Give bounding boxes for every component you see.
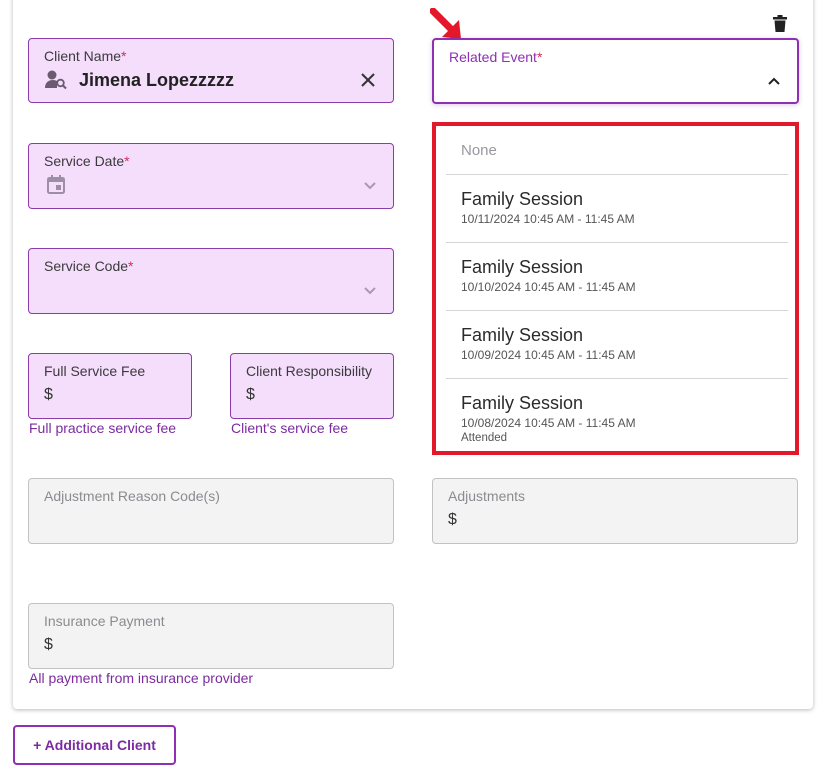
service-date-field[interactable]: Service Date* <box>28 143 394 209</box>
option-title: Family Session <box>461 393 584 413</box>
dropdown-option[interactable]: Family Session 10/09/2024 10:45 AM - 11:… <box>446 311 788 379</box>
service-code-label: Service Code* <box>44 258 134 274</box>
full-service-fee-label: Full Service Fee <box>44 363 146 379</box>
option-datetime: 10/10/2024 10:45 AM - 11:45 AM <box>461 280 636 294</box>
close-icon[interactable] <box>361 73 375 87</box>
currency-prefix: $ <box>44 636 53 653</box>
service-date-label: Service Date* <box>44 153 130 169</box>
service-code-select[interactable]: Service Code* <box>28 248 394 314</box>
option-datetime: 10/09/2024 10:45 AM - 11:45 AM <box>461 348 636 362</box>
currency-prefix: $ <box>448 511 457 528</box>
option-title: Family Session <box>461 189 584 209</box>
client-name-value: Jimena Lopezzzzz <box>79 70 235 90</box>
full-service-fee-helper: Full practice service fee <box>29 420 177 436</box>
client-responsibility-input[interactable]: Client Responsibility $ <box>230 353 394 419</box>
option-status: Attended <box>461 432 508 444</box>
client-name-label: Client Name* <box>44 48 127 64</box>
additional-client-button[interactable]: + Additional Client <box>13 725 176 765</box>
client-responsibility-label: Client Responsibility <box>246 363 373 379</box>
full-service-fee-input[interactable]: Full Service Fee $ <box>28 353 192 419</box>
person-search-icon <box>45 70 67 90</box>
related-event-select[interactable]: Related Event* <box>432 38 799 104</box>
insurance-payment-helper: All payment from insurance provider <box>29 670 254 686</box>
option-title: Family Session <box>461 325 584 345</box>
related-event-dropdown: None Family Session 10/11/2024 10:45 AM … <box>432 122 799 455</box>
trash-icon[interactable] <box>773 15 787 32</box>
red-arrow-icon <box>430 8 461 39</box>
client-responsibility-helper: Client's service fee <box>231 420 349 436</box>
insurance-payment-label: Insurance Payment <box>44 613 165 629</box>
insurance-payment-input[interactable]: Insurance Payment $ <box>28 603 394 669</box>
currency-prefix: $ <box>44 386 53 403</box>
chevron-down-icon[interactable] <box>363 284 377 298</box>
adjustments-label: Adjustments <box>448 488 526 504</box>
related-event-label: Related Event* <box>449 49 543 65</box>
client-name-field[interactable]: Client Name* Jimena Lopezzzzz <box>28 38 394 103</box>
adjustment-reason-codes-field[interactable]: Adjustment Reason Code(s) <box>28 478 394 544</box>
option-title: Family Session <box>461 257 584 277</box>
dropdown-option[interactable]: Family Session 10/08/2024 10:45 AM - 11:… <box>446 379 788 447</box>
calendar-icon[interactable] <box>47 175 65 194</box>
related-event-options: None Family Session 10/11/2024 10:45 AM … <box>446 126 788 447</box>
adjustment-reason-label: Adjustment Reason Code(s) <box>44 488 220 504</box>
chevron-up-icon[interactable] <box>767 74 781 88</box>
option-datetime: 10/08/2024 10:45 AM - 11:45 AM <box>461 416 636 430</box>
dropdown-option[interactable]: Family Session 10/10/2024 10:45 AM - 11:… <box>446 243 788 311</box>
dropdown-option[interactable]: Family Session 10/11/2024 10:45 AM - 11:… <box>446 175 788 243</box>
dropdown-option-none[interactable]: None <box>446 126 788 175</box>
chevron-down-icon[interactable] <box>363 179 377 193</box>
option-datetime: 10/11/2024 10:45 AM - 11:45 AM <box>461 212 635 226</box>
currency-prefix: $ <box>246 386 255 403</box>
adjustments-input[interactable]: Adjustments $ <box>432 478 798 544</box>
